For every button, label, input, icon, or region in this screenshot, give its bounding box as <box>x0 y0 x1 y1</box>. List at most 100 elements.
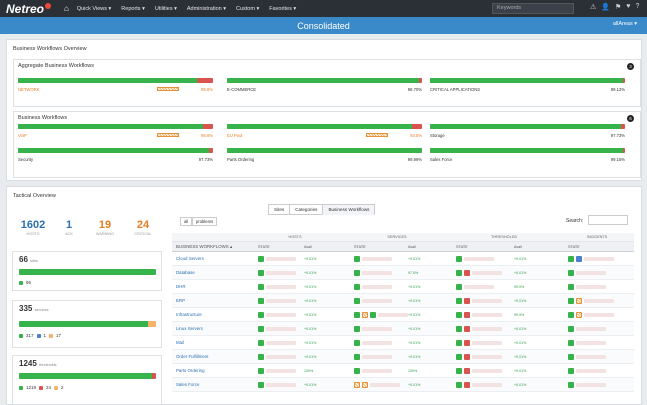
state-cell[interactable] <box>244 381 304 388</box>
stat-warning[interactable]: 19 WARNING <box>90 219 120 236</box>
filter-all-button[interactable]: all <box>180 217 193 226</box>
table-row[interactable]: Mail +0.01% +0.01% +0.01% <box>172 336 634 350</box>
workflow-name-link[interactable]: Database <box>172 270 244 275</box>
state-cell[interactable] <box>560 353 634 360</box>
state-indicator-icon[interactable] <box>568 269 574 276</box>
sites-card[interactable]: 66 sites 66 <box>12 251 162 291</box>
state-indicator-icon[interactable] <box>258 283 264 290</box>
state-indicator-icon[interactable] <box>258 311 264 318</box>
state-indicator-icon[interactable] <box>464 325 470 332</box>
tab-sites[interactable]: Sites <box>268 204 291 215</box>
stat-ack[interactable]: 1 ACK <box>56 219 82 236</box>
workflow-label[interactable]: VoIP <box>18 133 27 138</box>
state-indicator-icon[interactable] <box>258 255 264 262</box>
table-row[interactable]: Database +0.01% 97.5% +0.01% <box>172 266 634 280</box>
alerts-icon[interactable]: ⚠ <box>590 3 596 11</box>
menu-administration[interactable]: Administration ▾ <box>187 6 226 12</box>
workflow-name-link[interactable]: Mail <box>172 340 244 345</box>
state-cell[interactable] <box>244 367 304 374</box>
all-areas-dropdown[interactable]: allAreas ▾ <box>613 21 637 27</box>
state-indicator-icon[interactable] <box>354 311 360 318</box>
state-cell[interactable] <box>244 269 304 276</box>
state-indicator-icon[interactable] <box>568 255 574 262</box>
state-cell[interactable] <box>244 311 304 318</box>
state-cell[interactable] <box>448 353 514 360</box>
state-indicator-icon[interactable] <box>456 367 462 374</box>
state-cell[interactable] <box>560 283 634 290</box>
workflow-name-link[interactable]: Linux Servers <box>172 326 244 331</box>
state-cell[interactable] <box>448 311 514 318</box>
state-cell[interactable] <box>448 339 514 346</box>
state-cell[interactable] <box>346 339 408 346</box>
workflow-bar-workflows[interactable] <box>430 148 625 153</box>
tab-categories[interactable]: Categories <box>289 204 324 215</box>
workflow-label[interactable]: EU Pool <box>227 133 242 138</box>
workflow-label[interactable]: Security <box>18 157 33 162</box>
col-services-avail[interactable]: Avail <box>408 245 448 249</box>
state-indicator-icon[interactable] <box>354 353 360 360</box>
state-indicator-icon[interactable] <box>370 311 376 318</box>
workflow-label[interactable]: Parts Ordering <box>227 157 254 162</box>
state-indicator-icon[interactable] <box>258 297 264 304</box>
state-indicator-icon[interactable] <box>464 339 470 346</box>
services-card[interactable]: 335 services 317 1 17 <box>12 300 162 348</box>
col-business-workflows[interactable]: BUSINESS WORKFLOWS ▴ <box>172 244 244 250</box>
state-indicator-icon[interactable] <box>576 297 582 304</box>
workflow-bar-workflows[interactable] <box>430 124 625 129</box>
workflow-name-link[interactable]: ERP <box>172 298 244 303</box>
state-cell[interactable] <box>244 255 304 262</box>
state-cell[interactable] <box>448 381 514 388</box>
state-cell[interactable] <box>346 297 408 304</box>
state-indicator-icon[interactable] <box>354 283 360 290</box>
keyword-search-input[interactable]: Keywords <box>492 3 574 14</box>
state-cell[interactable] <box>448 325 514 332</box>
table-row[interactable]: ERP +0.01% +0.01% +0.01% <box>172 294 634 308</box>
state-indicator-icon[interactable] <box>258 353 264 360</box>
table-row[interactable]: Infrastructure +0.01% +0.01% 99.9% <box>172 308 634 322</box>
state-indicator-icon[interactable] <box>576 311 582 318</box>
state-indicator-icon[interactable] <box>362 311 368 318</box>
state-cell[interactable] <box>346 367 408 374</box>
state-indicator-icon[interactable] <box>568 283 574 290</box>
workflow-name-link[interactable]: Infrastructure <box>172 312 244 317</box>
workflow-label[interactable]: E-COMMERCE <box>227 87 256 92</box>
state-cell[interactable] <box>560 269 634 276</box>
workflow-bar-aggregate[interactable] <box>227 78 422 83</box>
state-indicator-icon[interactable] <box>456 325 462 332</box>
state-indicator-icon[interactable] <box>354 269 360 276</box>
state-cell[interactable] <box>346 283 408 290</box>
state-indicator-icon[interactable] <box>456 353 462 360</box>
state-cell[interactable] <box>560 367 634 374</box>
state-indicator-icon[interactable] <box>464 269 470 276</box>
state-indicator-icon[interactable] <box>258 325 264 332</box>
state-cell[interactable] <box>244 339 304 346</box>
state-cell[interactable] <box>346 255 408 262</box>
state-cell[interactable] <box>560 297 634 304</box>
state-indicator-icon[interactable] <box>464 367 470 374</box>
state-indicator-icon[interactable] <box>456 311 462 318</box>
workflow-bar-workflows[interactable] <box>227 124 422 129</box>
table-row[interactable]: Cloud Servers +0.01% +0.01% +0.01% <box>172 252 634 266</box>
workflow-bar-aggregate[interactable] <box>430 78 625 83</box>
thresholds-card[interactable]: 1245 thresholds 1219 24 2 <box>12 355 162 405</box>
state-indicator-icon[interactable] <box>568 381 574 388</box>
netreo-logo[interactable]: Netreo <box>6 2 58 16</box>
state-cell[interactable] <box>560 311 634 318</box>
menu-utilities[interactable]: Utilities ▾ <box>155 6 177 12</box>
workflow-name-link[interactable]: Order Fulfillment <box>172 354 244 359</box>
home-icon[interactable]: ⌂ <box>64 4 69 13</box>
state-indicator-icon[interactable] <box>354 297 360 304</box>
state-cell[interactable] <box>244 325 304 332</box>
help-icon[interactable]: ? <box>635 3 639 11</box>
state-indicator-icon[interactable] <box>456 381 462 388</box>
workflow-label[interactable]: CRITICAL APPLICATIONS <box>430 87 480 92</box>
state-cell[interactable] <box>346 381 408 388</box>
state-indicator-icon[interactable] <box>456 269 462 276</box>
menu-reports[interactable]: Reports ▾ <box>121 6 145 12</box>
workflow-bar-workflows[interactable] <box>18 124 213 129</box>
state-cell[interactable] <box>448 297 514 304</box>
state-indicator-icon[interactable] <box>464 297 470 304</box>
state-indicator-icon[interactable] <box>354 367 360 374</box>
state-indicator-icon[interactable] <box>568 311 574 318</box>
state-cell[interactable] <box>346 269 408 276</box>
